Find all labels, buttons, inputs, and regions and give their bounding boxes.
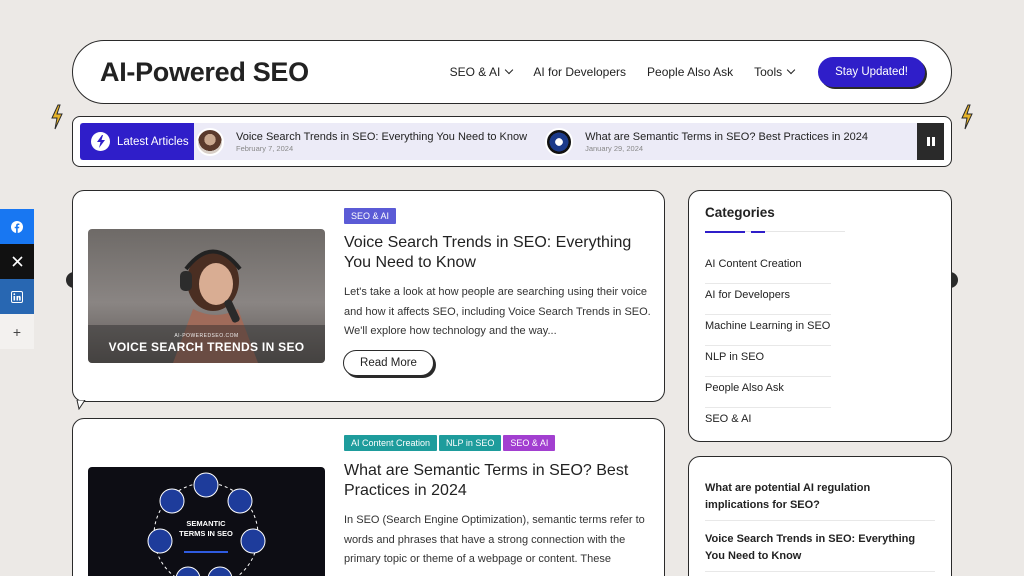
- ticker-thumbnail: [545, 127, 574, 156]
- ticker-item[interactable]: What are Semantic Terms in SEO? Best Pra…: [545, 127, 868, 156]
- ticker-title[interactable]: Voice Search Trends in SEO: Everything Y…: [236, 130, 527, 144]
- post-tags: SEO & AI: [344, 208, 398, 224]
- category-link[interactable]: NLP in SEO: [705, 346, 831, 377]
- post-title[interactable]: Voice Search Trends in SEO: Everything Y…: [344, 233, 656, 273]
- lightning-icon: [91, 132, 110, 151]
- post-excerpt: Let's take a look at how people are sear…: [344, 286, 651, 337]
- categories-widget: Categories AI Content Creation AI for De…: [688, 190, 952, 442]
- nav-item-ai-for-developers[interactable]: AI for Developers: [533, 65, 626, 79]
- chevron-down-icon: [505, 65, 514, 75]
- post-card: SEMANTIC TERMS IN SEO AI Content Creatio…: [72, 418, 665, 576]
- categories-title: Categories: [705, 205, 775, 220]
- chevron-down-icon: [786, 65, 796, 75]
- tag-ai-content-creation[interactable]: AI Content Creation: [344, 435, 438, 451]
- post-image[interactable]: AI-POWEREDSEO.COM VOICE SEARCH TRENDS IN…: [88, 229, 325, 363]
- share-more-button[interactable]: +: [0, 314, 34, 349]
- latest-articles-text: Latest Articles: [117, 135, 189, 148]
- x-icon: [11, 256, 23, 267]
- plus-icon: +: [12, 323, 22, 340]
- tag-seo-ai[interactable]: SEO & AI: [503, 435, 556, 451]
- category-link[interactable]: AI Content Creation: [705, 253, 831, 284]
- nav-item-tools[interactable]: Tools: [754, 65, 796, 79]
- post-image[interactable]: SEMANTIC TERMS IN SEO: [88, 467, 325, 576]
- recent-post-link[interactable]: What are potential AI regulation implica…: [705, 480, 935, 514]
- post-tags: AI Content Creation NLP in SEO SEO & AI: [344, 435, 557, 451]
- category-link[interactable]: AI for Developers: [705, 284, 831, 315]
- ticker-thumbnail: [196, 127, 224, 156]
- post-title[interactable]: What are Semantic Terms in SEO? Best Pra…: [344, 461, 644, 501]
- post-card: AI-POWEREDSEO.COM VOICE SEARCH TRENDS IN…: [72, 190, 665, 402]
- nav-label: Tools: [754, 65, 783, 79]
- post-excerpt: In SEO (Search Engine Optimization), sem…: [344, 514, 645, 565]
- title-accent: [705, 231, 745, 233]
- recent-post-link[interactable]: Voice Search Trends in SEO: Everything Y…: [705, 531, 935, 565]
- recent-posts-widget: What are potential AI regulation implica…: [688, 456, 952, 576]
- main-nav: SEO & AI AI for Developers People Also A…: [450, 57, 925, 87]
- divider: [705, 571, 935, 572]
- latest-articles-ticker: Latest Articles Voice Search Trends in S…: [72, 116, 952, 167]
- facebook-icon: [11, 220, 23, 233]
- latest-articles-label: Latest Articles: [80, 123, 194, 160]
- nav-label: AI for Developers: [533, 65, 627, 79]
- ticker-title[interactable]: What are Semantic Terms in SEO? Best Pra…: [585, 130, 868, 144]
- site-header: AI-Powered SEO SEO & AI AI for Developer…: [72, 40, 952, 104]
- title-accent: [751, 231, 765, 233]
- divider: [705, 520, 935, 521]
- nav-label: People Also Ask: [647, 65, 734, 79]
- share-linkedin-button[interactable]: [0, 279, 34, 314]
- ticker-item[interactable]: Voice Search Trends in SEO: Everything Y…: [196, 127, 527, 156]
- category-link[interactable]: People Also Ask: [705, 377, 831, 408]
- tag-nlp-in-seo[interactable]: NLP in SEO: [439, 435, 502, 451]
- ticker-date: January 29, 2024: [585, 143, 644, 153]
- lightning-bolt-icon: [961, 104, 973, 130]
- share-x-button[interactable]: [0, 244, 34, 279]
- ticker-date: February 7, 2024: [236, 143, 294, 153]
- read-more-button[interactable]: Read More: [343, 350, 434, 376]
- nav-label: SEO & AI: [449, 65, 501, 79]
- category-link[interactable]: SEO & AI: [705, 408, 831, 439]
- pause-button[interactable]: [917, 123, 944, 160]
- nav-item-seo-ai[interactable]: SEO & AI: [449, 65, 514, 79]
- image-caption: VOICE SEARCH TRENDS IN SEO: [108, 340, 305, 354]
- site-logo[interactable]: AI-Powered SEO: [100, 57, 450, 88]
- tag-seo-ai[interactable]: SEO & AI: [344, 208, 397, 224]
- lightning-bolt-icon: [51, 104, 63, 130]
- share-facebook-button[interactable]: [0, 209, 34, 244]
- linkedin-icon: [11, 290, 23, 303]
- card-tail-icon: [76, 400, 86, 410]
- nav-item-people-also-ask[interactable]: People Also Ask: [647, 65, 733, 79]
- image-site-text: AI-POWEREDSEO.COM: [174, 333, 239, 339]
- image-center-text: SEMANTIC TERMS IN SEO: [179, 519, 233, 538]
- category-link[interactable]: Machine Learning in SEO: [705, 315, 831, 346]
- stay-updated-button[interactable]: Stay Updated!: [818, 57, 925, 87]
